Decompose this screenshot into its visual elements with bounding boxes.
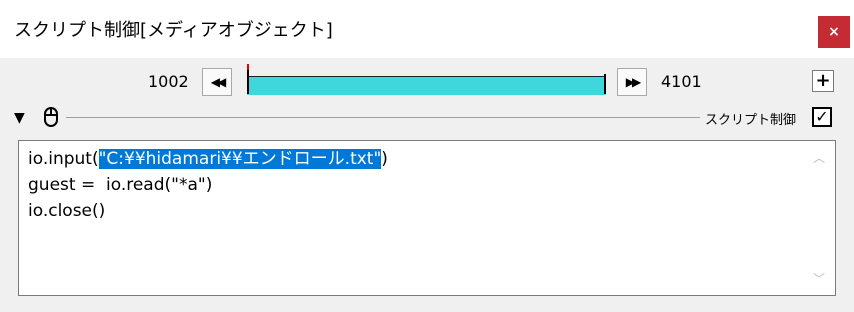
- section-separator: [66, 117, 700, 118]
- title-bar: スクリプト制御[メディアオブジェクト] ×: [0, 0, 854, 58]
- selected-text[interactable]: "C:¥¥hidamari¥¥エンドロール.txt": [98, 149, 382, 169]
- add-button[interactable]: +: [812, 70, 834, 92]
- triangle-down-icon: ▼: [14, 110, 25, 126]
- forward-button[interactable]: ▶▶: [617, 68, 647, 96]
- timeline-playhead[interactable]: [247, 64, 249, 70]
- rewind-button[interactable]: ◀◀: [202, 68, 232, 96]
- code-text[interactable]: io.input("C:¥¥hidamari¥¥エンドロール.txt") gue…: [28, 146, 388, 224]
- close-icon: ×: [828, 24, 840, 40]
- close-button[interactable]: ×: [818, 16, 850, 48]
- script-control-checkbox[interactable]: ✓: [812, 107, 832, 127]
- code-line-3: io.close(): [28, 201, 106, 221]
- expand-toggle[interactable]: ▼: [14, 110, 25, 126]
- forward-icon: ▶▶: [625, 75, 642, 89]
- chevron-down-icon[interactable]: ﹀: [813, 270, 825, 287]
- end-frame: 4101: [661, 72, 702, 91]
- checkmark-icon: ✓: [815, 107, 829, 126]
- code-line-2: guest = io.read("*a"): [28, 175, 213, 195]
- timeline-slider[interactable]: [247, 64, 606, 98]
- timeline-fill: [247, 76, 606, 95]
- window-title: スクリプト制御[メディアオブジェクト]: [14, 20, 333, 41]
- mouse-icon[interactable]: [42, 106, 60, 128]
- timeline-end-marker: [604, 74, 606, 94]
- chevron-up-icon[interactable]: ︿: [813, 149, 825, 166]
- rewind-icon: ◀◀: [210, 75, 227, 89]
- script-editor[interactable]: io.input("C:¥¥hidamari¥¥エンドロール.txt") gue…: [18, 140, 836, 296]
- code-line-1-suffix: ): [381, 149, 388, 169]
- start-frame: 1002: [148, 72, 189, 91]
- code-line-1-prefix: io.input(: [28, 149, 99, 169]
- script-control-label: スクリプト制御: [705, 113, 797, 128]
- editor-scrollbar[interactable]: ︿ ﹀: [805, 141, 835, 295]
- plus-icon: +: [815, 70, 831, 91]
